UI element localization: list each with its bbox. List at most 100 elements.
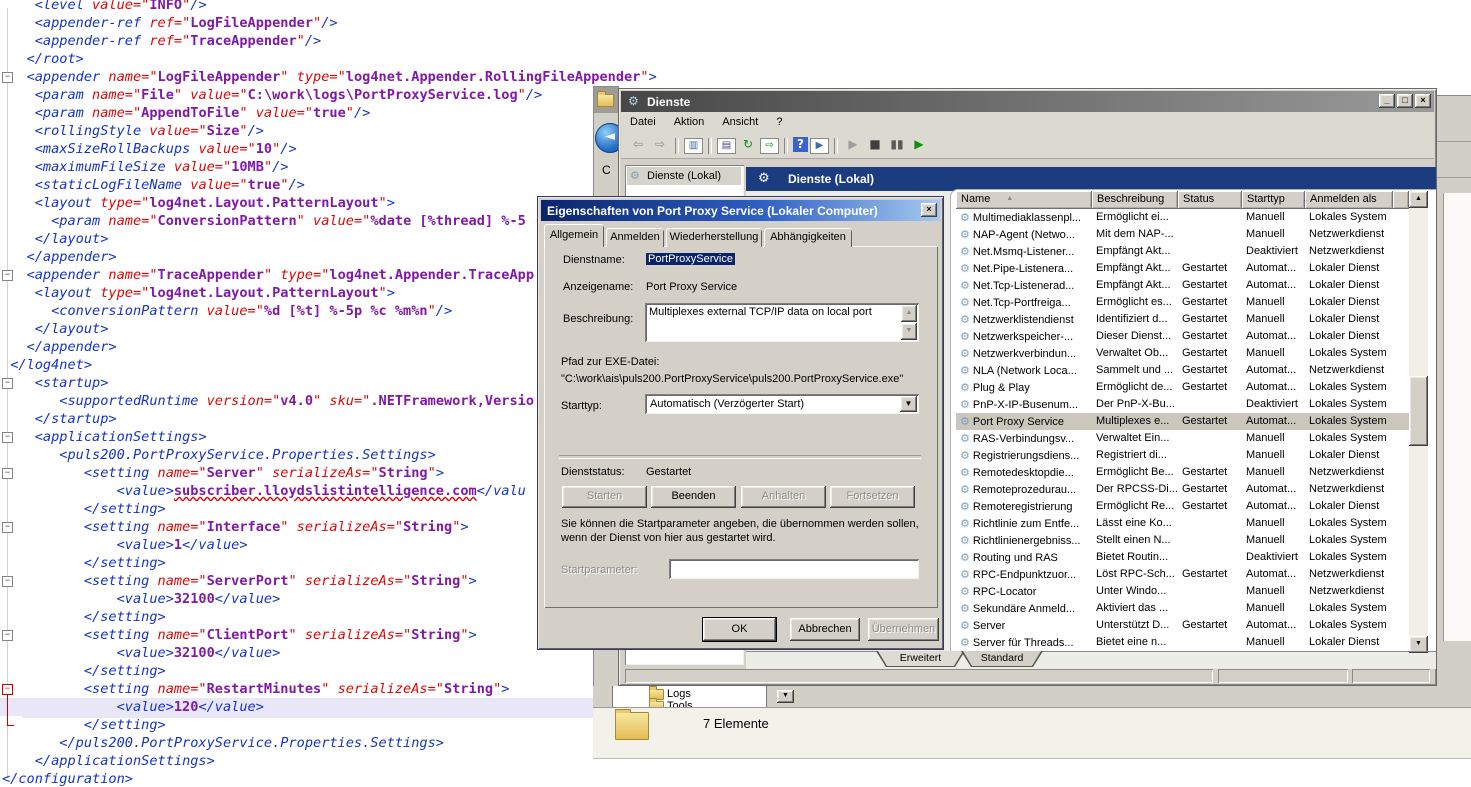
menu-datei[interactable]: Datei: [621, 113, 665, 131]
error-fold-marker-icon[interactable]: −: [2, 684, 13, 695]
fold-marker-icon[interactable]: −: [2, 468, 13, 479]
table-row[interactable]: ⚙NAP-Agent (Netwo...Mit dem NAP-...Manue…: [956, 226, 1409, 243]
table-row[interactable]: ⚙RPC-LocatorUnter Windo...ManuellNetzwer…: [956, 583, 1409, 600]
minimize-button[interactable]: _: [1379, 94, 1395, 108]
menu-[interactable]: ?: [767, 113, 791, 131]
table-row[interactable]: ⚙Registrierungsdiens...Registriert di...…: [956, 447, 1409, 464]
table-row[interactable]: ⚙Plug & PlayErmöglicht de...GestartetAut…: [956, 379, 1409, 396]
table-row[interactable]: ⚙ServerUnterstützt D...GestartetAutomat.…: [956, 617, 1409, 634]
table-row[interactable]: ⚙RemoteregistrierungErmöglicht Re...Gest…: [956, 498, 1409, 515]
table-row[interactable]: ⚙Remoteprozedurau...Der RPCSS-Di...Gesta…: [956, 481, 1409, 498]
dienstname-value[interactable]: PortProxyService: [646, 253, 735, 265]
back-icon[interactable]: ⇦: [628, 136, 648, 154]
code-line[interactable]: </setting>: [0, 662, 595, 680]
code-line[interactable]: <appender name="LogFileAppender" type="l…: [0, 68, 595, 86]
abbrechen-button[interactable]: Abbrechen: [790, 618, 860, 641]
textbox-scroll-up-icon[interactable]: ▲: [901, 305, 917, 322]
close-button[interactable]: ×: [1415, 94, 1431, 108]
code-line[interactable]: </appender>: [0, 338, 595, 356]
column-header-starttyp[interactable]: Starttyp: [1242, 191, 1305, 209]
table-row[interactable]: ⚙Server für Threads...Bietet eine n...Ma…: [956, 634, 1409, 651]
code-line[interactable]: <puls200.PortProxyService.Properties.Set…: [0, 446, 595, 464]
code-line[interactable]: <appender-ref ref="TraceAppender"/>: [0, 32, 595, 50]
services-table-rows[interactable]: ⚙Multimediaklassenpl...Ermöglicht ei...M…: [956, 209, 1409, 651]
textbox-scroll-down-icon[interactable]: ▼: [901, 323, 917, 340]
code-line[interactable]: </appender>: [0, 248, 595, 266]
table-row[interactable]: ⚙Port Proxy ServiceMultiplexes e...Gesta…: [956, 413, 1409, 430]
fold-marker-icon[interactable]: −: [2, 522, 13, 533]
dialog-bottom-buttons[interactable]: OKAbbrechenÜbernehmen: [538, 618, 945, 641]
refresh-icon[interactable]: ↻: [738, 136, 758, 154]
combobox-dropdown-icon[interactable]: ▼: [900, 396, 917, 412]
dialog-tab-anmelden[interactable]: Anmelden: [606, 228, 664, 247]
folder-item-logs[interactable]: Logs: [667, 688, 691, 700]
code-line[interactable]: </setting>: [0, 716, 595, 734]
table-row[interactable]: ⚙Richtlinie zum Entfe...Lässt eine Ko...…: [956, 515, 1409, 532]
code-line[interactable]: <maximumFileSize value="10MB"/>: [0, 158, 595, 176]
column-header-beschreibung[interactable]: Beschreibung: [1092, 191, 1178, 209]
table-row[interactable]: ⚙NetzwerklistendienstIdentifiziert d...G…: [956, 311, 1409, 328]
restart-service-icon[interactable]: ▶: [909, 136, 929, 154]
table-row[interactable]: ⚙Routing und RASBietet Routin...Deaktivi…: [956, 549, 1409, 566]
table-row[interactable]: ⚙Net.Tcp-Listenerad...Empfängt Akt...Ges…: [956, 277, 1409, 294]
show-console-tree-icon[interactable]: ▥: [684, 138, 703, 154]
beenden-button[interactable]: Beenden: [651, 486, 736, 508]
scroll-up-button[interactable]: ▲: [1409, 191, 1428, 208]
table-row[interactable]: ⚙RPC-Endpunktzuor...Löst RPC-Sch...Gesta…: [956, 566, 1409, 583]
code-line[interactable]: </puls200.PortProxyService.Properties.Se…: [0, 734, 595, 752]
code-line[interactable]: </layout>: [0, 320, 595, 338]
stop-service-icon[interactable]: ■: [865, 136, 885, 154]
column-header-status[interactable]: Status: [1178, 191, 1242, 209]
code-line[interactable]: <setting name="Interface" serializeAs="S…: [0, 518, 595, 536]
code-line[interactable]: <level value="INFO"/>: [0, 0, 595, 14]
code-line[interactable]: <value>1</value>: [0, 536, 595, 554]
forward-icon[interactable]: ⇨: [650, 136, 670, 154]
code-line[interactable]: <setting name="RestartMinutes" serialize…: [0, 680, 595, 698]
services-titlebar[interactable]: ⚙ Dienste _□×: [621, 91, 1434, 112]
code-line[interactable]: </root>: [0, 50, 595, 68]
code-line[interactable]: <appender name="TraceAppender" type="log…: [0, 266, 595, 284]
code-line[interactable]: <rollingStyle value="Size"/>: [0, 122, 595, 140]
services-table-header[interactable]: Name ▲BeschreibungStatusStarttypAnmelden…: [956, 191, 1409, 209]
code-fold-margin[interactable]: −−−−−−−−−: [0, 0, 20, 787]
services-scrollbar[interactable]: ▲ ▼: [1409, 191, 1428, 653]
services-toolbar[interactable]: ⇦⇨▥▤↻⇨?▶▶■▮▮▶: [621, 134, 1434, 159]
table-row[interactable]: ⚙Netzwerkverbindun...Verwaltet Ob...Gest…: [956, 345, 1409, 362]
code-line[interactable]: </setting>: [0, 608, 595, 626]
code-line[interactable]: <setting name="ServerPort" serializeAs="…: [0, 572, 595, 590]
view-tab-erweitert[interactable]: Erweitert: [876, 651, 965, 667]
menu-aktion[interactable]: Aktion: [665, 113, 714, 131]
ok-button[interactable]: OK: [703, 618, 776, 641]
view-tabs[interactable]: ErweitertStandard: [746, 651, 1436, 668]
table-row[interactable]: ⚙Richtlinienergebniss...Stellt einen N..…: [956, 532, 1409, 549]
code-lines[interactable]: <level value="INFO"/> <appender-ref ref=…: [0, 0, 595, 787]
code-line[interactable]: <setting name="ClientPort" serializeAs="…: [0, 626, 595, 644]
tree-item-dienste-lokal[interactable]: ⚙ Dienste (Lokal): [627, 167, 741, 185]
show-action-pane-icon[interactable]: ▶: [810, 138, 829, 154]
table-row[interactable]: ⚙Netzwerkspeicher-...Dieser Dienst...Ges…: [956, 328, 1409, 345]
explorer-file-list[interactable]: Logs Tools: [612, 686, 767, 707]
code-line[interactable]: </setting>: [0, 500, 595, 518]
code-line[interactable]: <setting name="Server" serializeAs="Stri…: [0, 464, 595, 482]
code-line[interactable]: <value>120</value>: [0, 698, 595, 716]
code-line[interactable]: </startup>: [0, 410, 595, 428]
table-row[interactable]: ⚙Sekundäre Anmeld...Aktiviert das ...Man…: [956, 600, 1409, 617]
table-row[interactable]: ⚙Net.Pipe-Listenera...Empfängt Akt...Ges…: [956, 260, 1409, 277]
code-line[interactable]: <staticLogFileName value="true"/>: [0, 176, 595, 194]
fold-marker-icon[interactable]: −: [2, 72, 13, 83]
code-line[interactable]: <maxSizeRollBackups value="10"/>: [0, 140, 595, 158]
table-row[interactable]: ⚙Multimediaklassenpl...Ermöglicht ei...M…: [956, 209, 1409, 226]
code-line[interactable]: <supportedRuntime version="v4.0" sku=".N…: [0, 392, 595, 410]
code-line[interactable]: <param name="File" value="C:\work\logs\P…: [0, 86, 595, 104]
code-line[interactable]: <param name="AppendToFile" value="true"/…: [0, 104, 595, 122]
fold-marker-icon[interactable]: −: [2, 270, 13, 281]
code-line[interactable]: <layout type="log4net.Layout.PatternLayo…: [0, 284, 595, 302]
pause-service-icon[interactable]: ▮▮: [887, 136, 907, 154]
maximize-button[interactable]: □: [1397, 94, 1413, 108]
column-header-anmelden-als[interactable]: Anmelden als: [1305, 191, 1393, 209]
dialog-tab-allgemein[interactable]: Allgemein: [544, 224, 604, 247]
code-line[interactable]: <value>32100</value>: [0, 644, 595, 662]
menu-ansicht[interactable]: Ansicht: [713, 113, 767, 131]
fold-marker-icon[interactable]: −: [2, 432, 13, 443]
table-row[interactable]: ⚙Net.Tcp-Portfreiga...Ermöglicht es...Ge…: [956, 294, 1409, 311]
